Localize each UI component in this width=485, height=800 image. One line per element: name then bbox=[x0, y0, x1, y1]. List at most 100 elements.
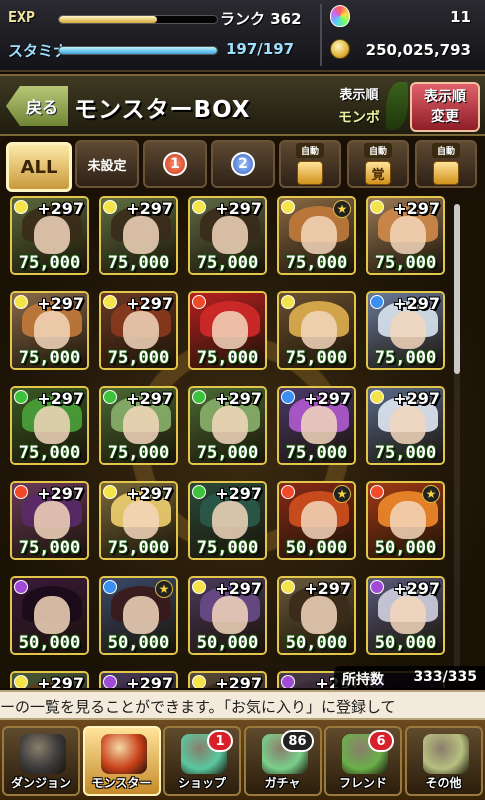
wood-attribute-icon bbox=[192, 390, 206, 404]
plus-value-badge: +297 bbox=[393, 294, 440, 313]
exp-bar-fill bbox=[59, 16, 157, 23]
monster-cell[interactable]: +297 bbox=[10, 671, 89, 688]
bottom-nav: ダンジョン モンスター ショップ 1 ガチャ 86 フレンド 6 その他 bbox=[0, 720, 485, 800]
sell-value: 75,000 bbox=[107, 443, 170, 463]
star-badge-icon: ★ bbox=[422, 485, 440, 503]
monster-cell[interactable]: ★ 50,000 bbox=[366, 481, 445, 560]
wood-attribute-icon bbox=[192, 485, 206, 499]
monster-cell[interactable]: +297 75,000 bbox=[99, 386, 178, 465]
nav-more-button[interactable]: その他 bbox=[404, 726, 483, 796]
monster-cell[interactable]: +297 bbox=[188, 671, 267, 688]
monster-grid: +297 75,000 +297 75,000 +297 75,000 ★ 75,000 +29… bbox=[0, 196, 485, 688]
auto-label: 自動 bbox=[431, 143, 460, 158]
star-badge-icon: ★ bbox=[333, 485, 351, 503]
nav-egg-button[interactable]: ガチャ 86 bbox=[243, 726, 322, 796]
exp-bar bbox=[58, 15, 218, 24]
monster-cell[interactable]: +297 75,000 bbox=[10, 196, 89, 275]
notification-badge: 6 bbox=[368, 730, 394, 752]
plus-value-badge: +297 bbox=[215, 484, 262, 503]
monster-cell[interactable]: +297 75,000 bbox=[366, 291, 445, 370]
tab-all[interactable]: ALL bbox=[6, 142, 72, 192]
filter-tabs: ALL 未設定 1 2 自動 自動 覚 自動 bbox=[0, 136, 485, 196]
monster-cell[interactable]: +297 75,000 bbox=[366, 386, 445, 465]
monster-cell[interactable]: +297 50,000 bbox=[277, 576, 356, 655]
light-attribute-icon bbox=[370, 390, 384, 404]
nav-label: フレンド bbox=[338, 776, 387, 790]
tab-unset[interactable]: 未設定 bbox=[75, 140, 139, 188]
portrait-face bbox=[34, 596, 70, 634]
plus-value-badge: +297 bbox=[126, 199, 173, 218]
light-attribute-icon bbox=[192, 200, 206, 214]
monster-cell[interactable]: +297 50,000 bbox=[366, 576, 445, 655]
tab-favorite-1[interactable]: 1 bbox=[143, 140, 207, 188]
plus-value-badge: +297 bbox=[37, 199, 84, 218]
plus-value-badge: +297 bbox=[393, 389, 440, 408]
awaken-icon: 覚 bbox=[365, 161, 391, 185]
box-header: 戻る モンスターBOX 表示順 モンボ 表示順 変更 bbox=[0, 74, 485, 136]
monster-cell[interactable]: 75,000 bbox=[277, 291, 356, 370]
portrait-face bbox=[301, 406, 337, 444]
notification-badge: 1 bbox=[207, 730, 233, 752]
portrait-face bbox=[212, 501, 248, 539]
monster-cell[interactable]: +297 bbox=[99, 671, 178, 688]
monster-cell[interactable]: ★ 50,000 bbox=[277, 481, 356, 560]
tab-all-label: ALL bbox=[20, 156, 58, 178]
monster-cell[interactable]: +297 50,000 bbox=[188, 576, 267, 655]
sell-value: 75,000 bbox=[374, 443, 437, 463]
light-attribute-icon bbox=[281, 200, 295, 214]
monster-cell[interactable]: ★ 75,000 bbox=[277, 196, 356, 275]
nav-label: その他 bbox=[425, 776, 462, 790]
monster-cell[interactable]: +297 75,000 bbox=[10, 386, 89, 465]
nav-dragon-button[interactable]: モンスター bbox=[82, 726, 161, 796]
monster-cell[interactable]: +297 75,000 bbox=[10, 291, 89, 370]
tab-auto-evolve[interactable]: 自動 bbox=[279, 140, 341, 188]
plus-value-badge: +297 bbox=[304, 389, 351, 408]
sort-change-line1: 表示順 bbox=[424, 89, 466, 105]
portrait-face bbox=[390, 596, 426, 634]
nav-label: モンスター bbox=[91, 776, 152, 790]
plus-value-badge: +297 bbox=[37, 294, 84, 313]
monster-cell[interactable]: +297 75,000 bbox=[99, 481, 178, 560]
light-attribute-icon bbox=[14, 675, 28, 688]
fire-attribute-icon bbox=[192, 295, 206, 309]
monster-cell[interactable]: +297 75,000 bbox=[99, 291, 178, 370]
scrollbar-thumb[interactable] bbox=[454, 204, 460, 374]
monster-cell[interactable]: +297 75,000 bbox=[188, 386, 267, 465]
sell-value: 75,000 bbox=[196, 253, 259, 273]
dark-attribute-icon bbox=[281, 675, 295, 688]
plus-value-badge: +297 bbox=[215, 674, 262, 688]
sell-value: 50,000 bbox=[374, 633, 437, 653]
nav-gate-button[interactable]: ダンジョン bbox=[2, 726, 80, 796]
light-attribute-icon bbox=[14, 200, 28, 214]
tab-auto-sell[interactable]: 自動 bbox=[415, 140, 477, 188]
monster-cell[interactable]: +297 75,000 bbox=[99, 196, 178, 275]
monster-cell[interactable]: +297 75,000 bbox=[188, 481, 267, 560]
monster-cell[interactable]: 50,000 bbox=[10, 576, 89, 655]
sort-change-button[interactable]: 表示順 変更 bbox=[410, 82, 480, 132]
tab-auto-awaken[interactable]: 自動 覚 bbox=[347, 140, 409, 188]
tab-favorite-2[interactable]: 2 bbox=[211, 140, 275, 188]
monster-cell[interactable]: +297 75,000 bbox=[277, 386, 356, 465]
notification-badge: 86 bbox=[281, 730, 314, 752]
sort-change-line2: 変更 bbox=[431, 109, 459, 125]
water-attribute-icon bbox=[103, 580, 117, 594]
plus-value-badge: +297 bbox=[37, 674, 84, 688]
rank-text: ランク 362 bbox=[220, 10, 302, 28]
monster-cell[interactable]: +297 75,000 bbox=[10, 481, 89, 560]
nav-friends-button[interactable]: フレンド 6 bbox=[324, 726, 402, 796]
water-attribute-icon bbox=[370, 295, 384, 309]
portrait-face bbox=[123, 311, 159, 349]
portrait-face bbox=[123, 216, 159, 254]
sell-value: 75,000 bbox=[18, 538, 81, 558]
monster-cell[interactable]: +297 75,000 bbox=[188, 196, 267, 275]
monster-cell[interactable]: 75,000 bbox=[188, 291, 267, 370]
portrait-face bbox=[34, 216, 70, 254]
scrollbar[interactable] bbox=[454, 204, 460, 674]
monster-cell[interactable]: ★ 50,000 bbox=[99, 576, 178, 655]
plus-value-badge: +297 bbox=[126, 389, 173, 408]
sell-value: 50,000 bbox=[374, 538, 437, 558]
ticker-text: ーの一覧を見ることができます。「お気に入り」に登録して bbox=[0, 698, 396, 716]
back-button[interactable]: 戻る bbox=[6, 86, 68, 126]
monster-cell[interactable]: +297 75,000 bbox=[366, 196, 445, 275]
nav-rainbow-stone-button[interactable]: ショップ 1 bbox=[163, 726, 241, 796]
